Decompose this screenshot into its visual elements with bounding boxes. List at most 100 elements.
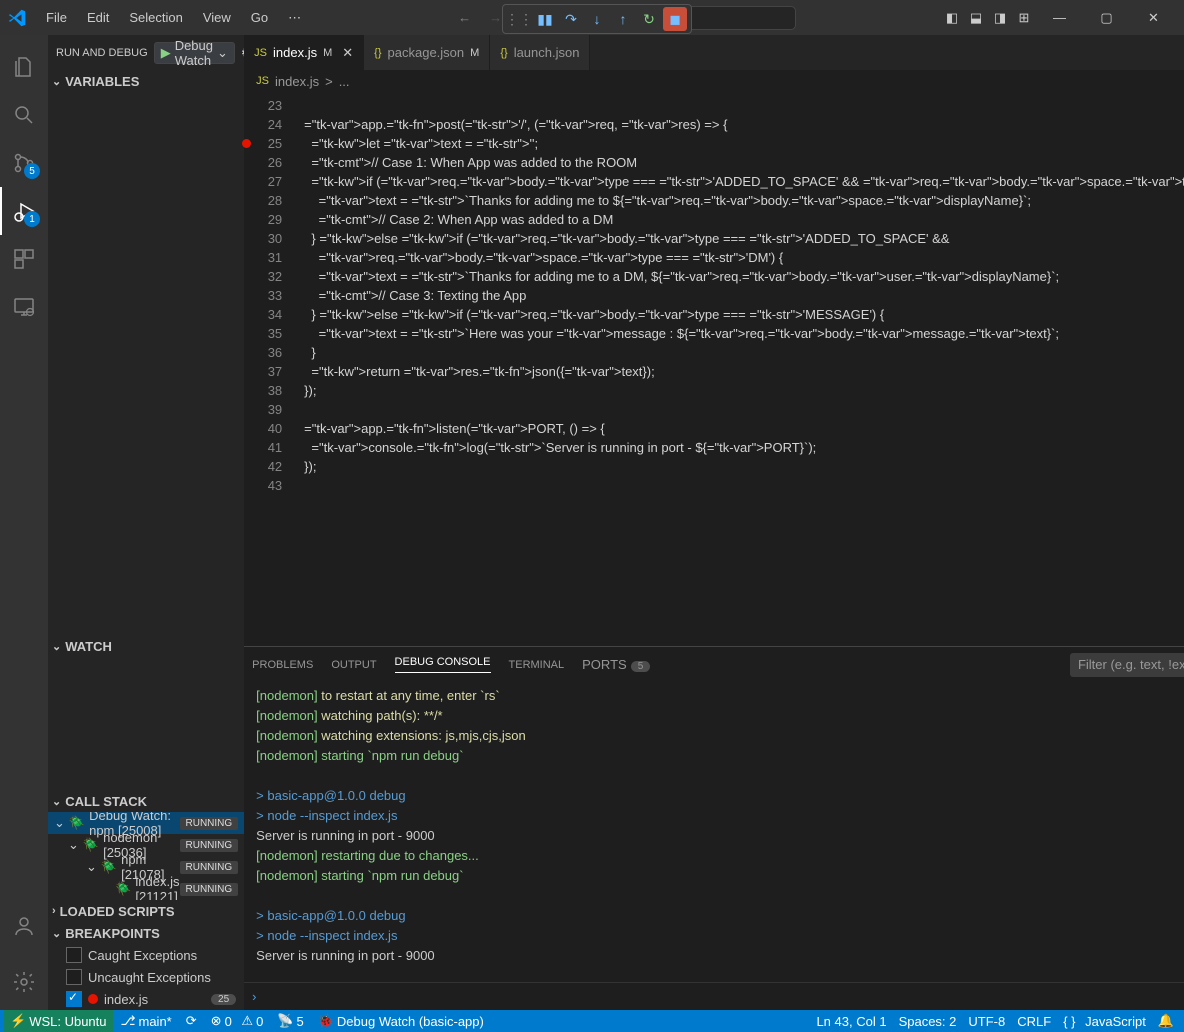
line-number[interactable]: 43 <box>244 476 282 495</box>
sb-errors[interactable]: ⊗0 ⚠0 <box>205 1013 270 1029</box>
console-input[interactable]: › <box>244 982 1184 1010</box>
close-icon[interactable]: ✕ <box>342 45 353 61</box>
debug-config-selector[interactable]: ▶ Debug Watch ⌄ <box>154 42 235 64</box>
activity-scm[interactable]: 5 <box>0 139 48 187</box>
debug-restart-icon[interactable]: ↻ <box>637 7 661 31</box>
code-line[interactable]: ="tk-var">text = ="tk-str">`Thanks for a… <box>304 191 1184 210</box>
activity-files[interactable] <box>0 43 48 91</box>
section-watch[interactable]: ⌄WATCH <box>48 635 244 657</box>
code-line[interactable]: } ="tk-kw">else ="tk-kw">if (="tk-var">r… <box>304 229 1184 248</box>
section-loaded[interactable]: ›LOADED SCRIPTS <box>48 900 244 922</box>
code-line[interactable]: ="tk-cmt">// Case 3: Texting the App <box>304 286 1184 305</box>
nav-back[interactable]: ← <box>454 10 475 25</box>
code-line[interactable]: ="tk-cmt">// Case 2: When App was added … <box>304 210 1184 229</box>
line-number[interactable]: 33 <box>244 286 282 305</box>
sb-cursor[interactable]: Ln 43, Col 1 <box>810 1013 892 1029</box>
code-line[interactable]: ="tk-var">app.="tk-fn">post(="tk-str">'/… <box>304 115 1184 134</box>
debug-drag-icon[interactable]: ⋮⋮ <box>507 7 531 31</box>
code-line[interactable]: ="tk-var">text = ="tk-str">`Thanks for a… <box>304 267 1184 286</box>
activity-account[interactable] <box>0 902 48 950</box>
tab-index.js[interactable]: JSindex.jsM✕ <box>244 35 364 70</box>
line-number[interactable]: 35 <box>244 324 282 343</box>
bp-file[interactable]: index.js 25 <box>48 988 244 1010</box>
code-line[interactable] <box>304 96 1184 115</box>
bp-uncaught[interactable]: Uncaught Exceptions <box>48 966 244 988</box>
code-line[interactable]: ="tk-kw">let ="tk-var">text = ="tk-str">… <box>304 134 1184 153</box>
line-number[interactable]: 23 <box>244 96 282 115</box>
sb-eol[interactable]: CRLF <box>1011 1013 1057 1029</box>
line-number[interactable]: 40 <box>244 419 282 438</box>
line-number[interactable]: 32 <box>244 267 282 286</box>
menu-more[interactable]: ⋯ <box>280 7 309 29</box>
menu-edit[interactable]: Edit <box>79 7 117 28</box>
line-number[interactable]: 29 <box>244 210 282 229</box>
panel-tab-debugconsole[interactable]: DEBUG CONSOLE <box>395 656 491 673</box>
debug-pause-icon[interactable]: ▮▮ <box>533 7 557 31</box>
bp-caught[interactable]: Caught Exceptions <box>48 944 244 966</box>
sb-notifications[interactable]: 🔔 <box>1152 1013 1180 1029</box>
code-line[interactable]: ="tk-var">req.="tk-var">body.="tk-var">s… <box>304 248 1184 267</box>
code-line[interactable]: ="tk-var">app.="tk-fn">listen(="tk-var">… <box>304 419 1184 438</box>
code-line[interactable]: }); <box>304 381 1184 400</box>
sb-spaces[interactable]: Spaces: 2 <box>893 1013 963 1029</box>
line-number[interactable]: 26 <box>244 153 282 172</box>
line-number[interactable]: 36 <box>244 343 282 362</box>
panel-tab-problems[interactable]: PROBLEMS <box>252 659 313 671</box>
breakpoint-dot-icon[interactable] <box>242 139 251 148</box>
sb-debug-target[interactable]: 🐞Debug Watch (basic-app) <box>312 1013 490 1029</box>
activity-search[interactable] <box>0 91 48 139</box>
line-number[interactable]: 25 <box>244 134 282 153</box>
window-maximize[interactable]: ▢ <box>1084 0 1129 35</box>
code-line[interactable]: ="tk-kw">if (="tk-var">req.="tk-var">bod… <box>304 172 1184 191</box>
checkbox-checked-icon[interactable] <box>66 991 82 1007</box>
sb-encoding[interactable]: UTF-8 <box>962 1013 1011 1029</box>
sb-sync[interactable]: ⟳ <box>180 1013 203 1029</box>
menu-selection[interactable]: Selection <box>121 7 190 28</box>
panel-tab-output[interactable]: OUTPUT <box>331 659 376 671</box>
line-number[interactable]: 27 <box>244 172 282 191</box>
code-line[interactable]: ="tk-kw">return ="tk-var">res.="tk-fn">j… <box>304 362 1184 381</box>
debug-stepout-icon[interactable]: ↑ <box>611 7 635 31</box>
editor[interactable]: 2324252627282930313233343536373839404142… <box>244 92 1184 646</box>
tab-package.json[interactable]: {}package.jsonM <box>364 35 490 70</box>
line-number[interactable]: 30 <box>244 229 282 248</box>
activity-extensions[interactable] <box>0 235 48 283</box>
activity-debug[interactable]: 1 <box>0 187 48 235</box>
line-number[interactable]: 24 <box>244 115 282 134</box>
layout-right-icon[interactable]: ◨ <box>989 7 1011 29</box>
layout-bottom-icon[interactable]: ⬓ <box>965 7 987 29</box>
line-number[interactable]: 39 <box>244 400 282 419</box>
sb-branch[interactable]: ⎇main* <box>115 1013 178 1029</box>
menu-file[interactable]: File <box>38 7 75 28</box>
section-callstack[interactable]: ⌄CALL STACK <box>48 790 244 812</box>
section-variables[interactable]: ⌄VARIABLES <box>48 70 244 92</box>
line-number[interactable]: 38 <box>244 381 282 400</box>
debug-toolbar[interactable]: ⋮⋮ ▮▮ ↷ ↓ ↑ ↻ ◼ <box>502 4 692 34</box>
debug-stop-icon[interactable]: ◼ <box>663 7 687 31</box>
callstack-row[interactable]: 🪲index.js [21121]RUNNING <box>48 878 244 900</box>
sb-remote[interactable]: ⚡WSL: Ubuntu <box>4 1010 113 1032</box>
line-number[interactable]: 28 <box>244 191 282 210</box>
sb-lang[interactable]: { } JavaScript <box>1057 1013 1152 1029</box>
breadcrumb[interactable]: JS index.js > ... <box>244 70 1184 92</box>
code-line[interactable]: ="tk-cmt">// Case 1: When App was added … <box>304 153 1184 172</box>
window-minimize[interactable]: — <box>1037 0 1082 35</box>
code-line[interactable]: } ="tk-kw">else ="tk-kw">if (="tk-var">r… <box>304 305 1184 324</box>
sb-ports[interactable]: 📡5 <box>271 1013 309 1029</box>
code-line[interactable]: ="tk-var">text = ="tk-str">`Here was you… <box>304 324 1184 343</box>
checkbox-icon[interactable] <box>66 947 82 963</box>
menu-go[interactable]: Go <box>243 7 276 28</box>
activity-remote[interactable] <box>0 283 48 331</box>
code-line[interactable]: ="tk-var">console.="tk-fn">log(="tk-str"… <box>304 438 1184 457</box>
panel-tab-terminal[interactable]: TERMINAL <box>509 659 565 671</box>
checkbox-icon[interactable] <box>66 969 82 985</box>
line-number[interactable]: 41 <box>244 438 282 457</box>
code-line[interactable] <box>304 476 1184 495</box>
layout-customize-icon[interactable]: ⊞ <box>1013 7 1035 29</box>
activity-settings[interactable] <box>0 958 48 1006</box>
window-close[interactable]: ✕ <box>1131 0 1176 35</box>
layout-left-icon[interactable]: ◧ <box>941 7 963 29</box>
code-line[interactable]: }); <box>304 457 1184 476</box>
menu-view[interactable]: View <box>195 7 239 28</box>
console-filter[interactable]: Filter (e.g. text, !exclude) <box>1070 653 1184 677</box>
